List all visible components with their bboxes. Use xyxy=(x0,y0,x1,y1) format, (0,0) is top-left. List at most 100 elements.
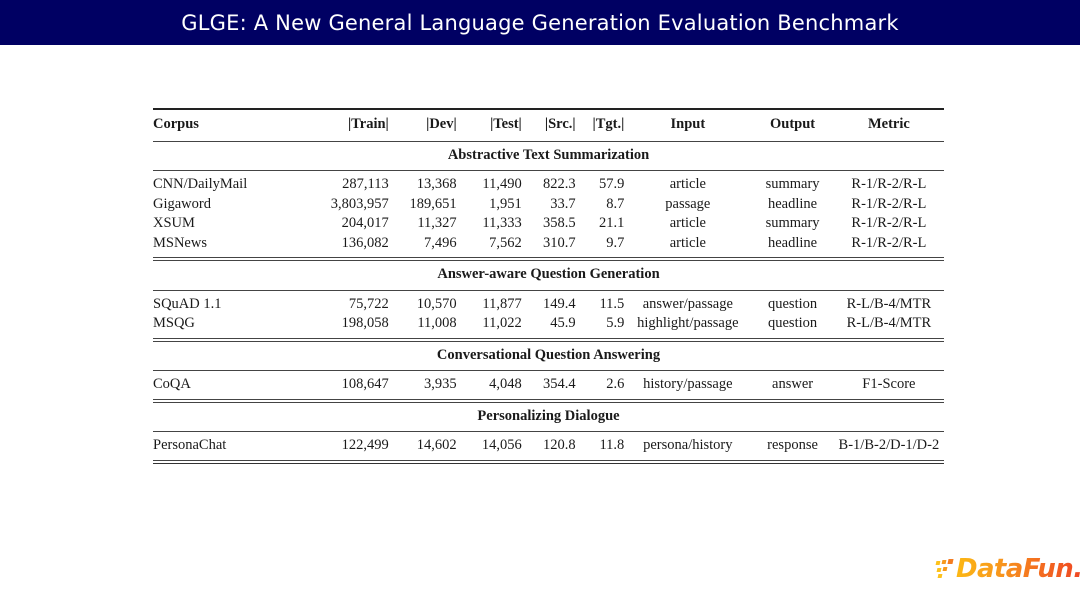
table-row: MSQG 198,058 11,008 11,022 45.9 5.9 highlight/… xyxy=(153,314,944,338)
cell-tgt: 57.9 xyxy=(598,176,625,192)
cell-input: passage xyxy=(665,195,711,212)
page-title: GLGE: A New General Language Generation … xyxy=(181,10,899,35)
cell-input: persona/history xyxy=(643,437,733,453)
table-rule-bottom xyxy=(153,459,944,464)
cell-corpus: CNN/DailyMail xyxy=(153,176,248,192)
section-title-row: Conversational Question Answering xyxy=(153,341,944,371)
cell-corpus: XSUM xyxy=(153,215,195,231)
cell-train: 75,722 xyxy=(348,295,389,312)
table-row: XSUM 204,017 11,327 11,333 358.5 21.1 article s… xyxy=(153,214,944,234)
datafun-dots-icon xyxy=(935,558,955,580)
cell-train: 3,803,957 xyxy=(330,195,389,212)
cell-dev: 189,651 xyxy=(409,195,457,212)
cell-train: 136,082 xyxy=(341,234,389,251)
column-header-test: |Test| xyxy=(490,116,522,132)
table-row: PersonaChat 122,499 14,602 14,056 120.8 11.8 p… xyxy=(153,432,944,460)
cell-output: question xyxy=(767,315,818,331)
cell-metric: R-L/B-4/MTR xyxy=(846,295,932,312)
cell-test: 1,951 xyxy=(489,195,522,212)
cell-output: answer xyxy=(772,376,814,392)
section-title-3: Personalizing Dialogue xyxy=(477,407,620,424)
cell-src: 354.4 xyxy=(542,376,576,392)
table-row: MSNews 136,082 7,496 7,562 310.7 9.7 article he… xyxy=(153,234,944,258)
cell-train: 204,017 xyxy=(341,215,389,231)
cell-output: headline xyxy=(767,234,818,251)
cell-test: 11,022 xyxy=(482,315,522,331)
section-title-row: Abstractive Text Summarization xyxy=(153,142,944,171)
cell-train: 122,499 xyxy=(341,437,389,453)
slide-title-banner: GLGE: A New General Language Generation … xyxy=(0,0,1080,45)
cell-input: highlight/passage xyxy=(637,315,739,331)
column-header-tgt: |Tgt.| xyxy=(592,116,625,132)
cell-dev: 13,368 xyxy=(416,176,457,192)
cell-input: article xyxy=(669,215,706,231)
section-title-row: Personalizing Dialogue xyxy=(153,402,944,432)
cell-corpus: PersonaChat xyxy=(153,437,227,453)
cell-src: 45.9 xyxy=(550,315,576,331)
cell-dev: 11,327 xyxy=(417,215,457,231)
cell-src: 120.8 xyxy=(542,437,576,453)
table-row: CNN/DailyMail 287,113 13,368 11,490 822.3 57.… xyxy=(153,171,944,195)
cell-tgt: 2.6 xyxy=(606,376,625,392)
benchmark-table-body: Corpus |Train| |Dev| |Test| |Src.| |Tgt.| Inpu… xyxy=(153,108,944,464)
column-header-train: |Train| xyxy=(347,116,389,132)
section-title-1: Answer-aware Question Generation xyxy=(437,266,660,282)
cell-metric: R-1/R-2/R-L xyxy=(851,234,927,251)
section-title-0: Abstractive Text Summarization xyxy=(447,146,650,163)
cell-tgt: 5.9 xyxy=(606,315,625,331)
cell-input: history/passage xyxy=(643,376,733,392)
column-header-corpus: Corpus xyxy=(153,116,199,132)
cell-metric: R-1/R-2/R-L xyxy=(851,195,927,212)
column-header-src: |Src.| xyxy=(544,116,576,132)
cell-metric: B-1/B-2/D-1/D-2 xyxy=(838,437,940,453)
column-header-output: Output xyxy=(769,116,816,132)
column-header-metric: Metric xyxy=(867,116,910,132)
cell-test: 4,048 xyxy=(489,376,522,392)
section-title-2: Conversational Question Answering xyxy=(436,346,661,363)
datafun-logo: DataFun. xyxy=(935,552,1080,586)
cell-dev: 7,496 xyxy=(424,234,457,251)
cell-src: 310.7 xyxy=(542,234,576,251)
datafun-logo-text: DataFun. xyxy=(956,556,1080,582)
cell-test: 11,333 xyxy=(482,215,522,231)
cell-test: 11,490 xyxy=(482,176,522,192)
cell-metric: F1-Score xyxy=(862,376,916,392)
cell-test: 7,562 xyxy=(489,234,522,251)
cell-output: headline xyxy=(767,195,818,212)
table-header-row: Corpus |Train| |Dev| |Test| |Src.| |Tgt.| Inpu… xyxy=(153,110,944,141)
cell-tgt: 8.7 xyxy=(606,195,625,212)
cell-dev: 10,570 xyxy=(416,295,457,312)
cell-corpus: Gigaword xyxy=(153,195,211,212)
column-header-dev: |Dev| xyxy=(426,116,457,132)
cell-output: response xyxy=(767,437,818,453)
cell-src: 822.3 xyxy=(542,176,576,192)
cell-input: answer/passage xyxy=(642,295,733,312)
cell-output: summary xyxy=(765,215,820,231)
cell-corpus: MSQG xyxy=(153,315,195,331)
cell-metric: R-1/R-2/R-L xyxy=(851,176,927,192)
table-row: SQuAD 1.1 75,722 10,570 11,877 149.4 11.5 answ… xyxy=(153,291,944,315)
cell-src: 33.7 xyxy=(550,195,576,212)
cell-output: summary xyxy=(765,176,820,192)
benchmark-table-container: Corpus |Train| |Dev| |Test| |Src.| |Tgt.| Inpu… xyxy=(153,108,944,464)
cell-metric: R-L/B-4/MTR xyxy=(846,315,932,331)
cell-input: article xyxy=(669,176,706,192)
section-title-row: Answer-aware Question Generation xyxy=(153,261,944,291)
table-row: Gigaword 3,803,957 189,651 1,951 33.7 8.7 pass… xyxy=(153,195,944,215)
table-row: CoQA 108,647 3,935 4,048 354.4 2.6 history/pas… xyxy=(153,371,944,399)
cell-corpus: CoQA xyxy=(153,376,191,392)
cell-train: 108,647 xyxy=(341,376,389,392)
cell-train: 198,058 xyxy=(341,315,389,331)
cell-dev: 14,602 xyxy=(416,437,457,453)
cell-tgt: 11.5 xyxy=(599,295,625,312)
cell-train: 287,113 xyxy=(342,176,389,192)
cell-output: question xyxy=(767,295,818,312)
cell-corpus: MSNews xyxy=(153,234,207,251)
cell-test: 14,056 xyxy=(481,437,522,453)
cell-input: article xyxy=(669,234,706,251)
cell-tgt: 21.1 xyxy=(598,215,625,231)
cell-tgt: 11.8 xyxy=(599,437,625,453)
cell-test: 11,877 xyxy=(482,295,522,312)
cell-tgt: 9.7 xyxy=(606,234,625,251)
cell-metric: R-1/R-2/R-L xyxy=(851,215,927,231)
